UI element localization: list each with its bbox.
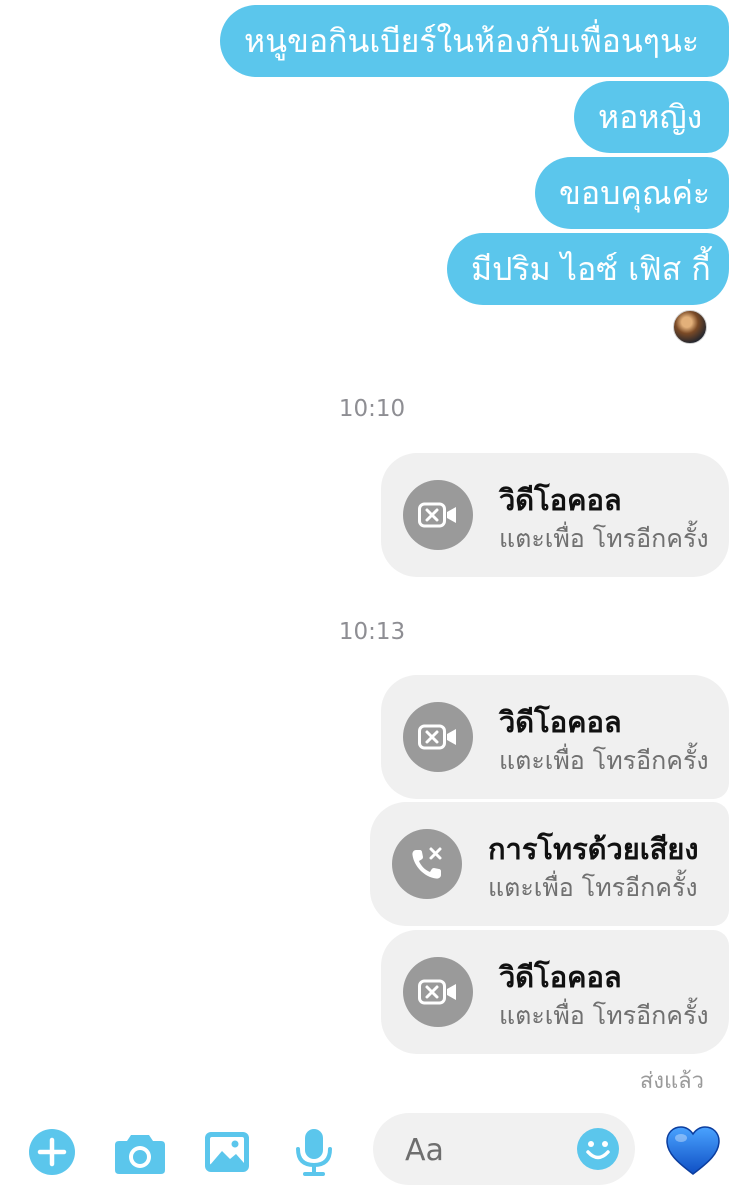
message-text: หอหญิง xyxy=(598,98,703,136)
message-bubble[interactable]: มีปริม ไอซ์ เฟิส กี้ xyxy=(447,233,729,305)
call-title: วิดีโอคอล xyxy=(499,483,622,517)
timestamp: 10:10 xyxy=(338,396,406,422)
message-bubble[interactable]: ขอบคุณค่ะ xyxy=(535,157,729,229)
message-bubble[interactable]: หนูขอกินเบียร์ในห้องกับเพื่อนๆนะ xyxy=(220,5,729,77)
call-title: การโทรด้วยเสียง xyxy=(488,832,699,866)
missed-video-call-icon xyxy=(403,480,473,550)
message-input[interactable] xyxy=(403,1113,587,1187)
emoji-icon[interactable] xyxy=(576,1127,620,1171)
message-text: ขอบคุณค่ะ xyxy=(559,174,711,212)
seen-avatar xyxy=(673,310,707,344)
call-subtitle: แตะเพื่อ โทรอีกครั้ง xyxy=(488,873,698,902)
call-title: วิดีโอคอล xyxy=(499,705,622,739)
message-text: มีปริม ไอซ์ เฟิส กี้ xyxy=(471,250,711,288)
message-composer[interactable] xyxy=(373,1113,635,1187)
call-title: วิดีโอคอล xyxy=(499,960,622,994)
call-subtitle: แตะเพื่อ โทรอีกครั้ง xyxy=(499,524,709,553)
camera-icon[interactable] xyxy=(113,1127,167,1177)
missed-voice-call-icon xyxy=(392,829,462,899)
heart-icon[interactable] xyxy=(665,1125,721,1177)
sent-status: ส่งแล้ว xyxy=(639,1069,704,1094)
voice-call-card[interactable]: การโทรด้วยเสียง แตะเพื่อ โทรอีกครั้ง xyxy=(370,802,729,926)
video-call-card[interactable]: วิดีโอคอล แตะเพื่อ โทรอีกครั้ง xyxy=(381,675,729,799)
message-text: หนูขอกินเบียร์ในห้องกับเพื่อนๆนะ xyxy=(244,22,699,60)
message-bubble[interactable]: หอหญิง xyxy=(574,81,729,153)
microphone-icon[interactable] xyxy=(292,1127,336,1177)
image-icon[interactable] xyxy=(203,1127,251,1177)
missed-video-call-icon xyxy=(403,957,473,1027)
plus-icon[interactable] xyxy=(27,1127,77,1177)
call-subtitle: แตะเพื่อ โทรอีกครั้ง xyxy=(499,1001,709,1030)
timestamp: 10:13 xyxy=(338,619,406,645)
missed-video-call-icon xyxy=(403,702,473,772)
call-subtitle: แตะเพื่อ โทรอีกครั้ง xyxy=(499,746,709,775)
video-call-card[interactable]: วิดีโอคอล แตะเพื่อ โทรอีกครั้ง xyxy=(381,930,729,1054)
video-call-card[interactable]: วิดีโอคอล แตะเพื่อ โทรอีกครั้ง xyxy=(381,453,729,577)
